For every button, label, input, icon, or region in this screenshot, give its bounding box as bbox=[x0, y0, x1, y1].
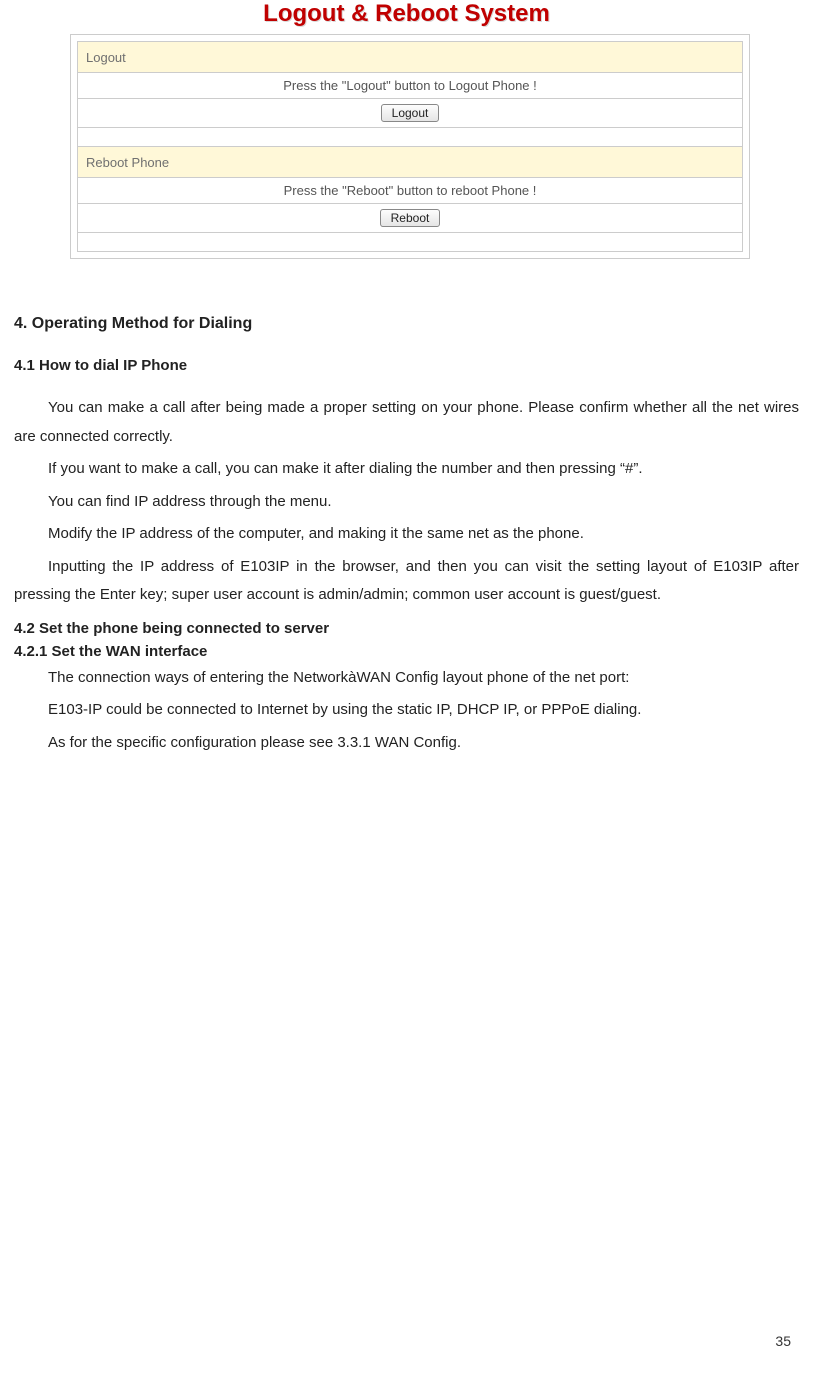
logout-instruction: Press the "Logout" button to Logout Phon… bbox=[78, 73, 743, 99]
spacer bbox=[78, 233, 743, 252]
logout-button[interactable]: Logout bbox=[381, 104, 440, 122]
paragraph: Modify the IP address of the computer, a… bbox=[14, 520, 799, 549]
reboot-section-header: Reboot Phone bbox=[78, 147, 743, 178]
paragraph: You can find IP address through the menu… bbox=[14, 488, 799, 517]
heading-section-4-1: 4.1 How to dial IP Phone bbox=[14, 357, 799, 374]
paragraph: You can make a call after being made a p… bbox=[14, 394, 799, 451]
system-panel-title: Logout & Reboot System bbox=[14, 0, 799, 28]
paragraph: If you want to make a call, you can make… bbox=[14, 455, 799, 484]
system-panel: Logout Press the "Logout" button to Logo… bbox=[70, 34, 750, 259]
reboot-instruction: Press the "Reboot" button to reboot Phon… bbox=[78, 178, 743, 204]
reboot-button[interactable]: Reboot bbox=[380, 209, 441, 227]
paragraph: As for the specific configuration please… bbox=[14, 729, 799, 758]
spacer bbox=[78, 128, 743, 147]
page-number: 35 bbox=[775, 1333, 791, 1349]
heading-section-4: 4. Operating Method for Dialing bbox=[14, 315, 799, 333]
paragraph: Inputting the IP address of E103IP in th… bbox=[14, 553, 799, 610]
paragraph: E103-IP could be connected to Internet b… bbox=[14, 696, 799, 725]
heading-section-4-2-1: 4.2.1 Set the WAN interface bbox=[14, 643, 799, 660]
document-body: 4. Operating Method for Dialing 4.1 How … bbox=[14, 315, 799, 757]
logout-section-header: Logout bbox=[78, 42, 743, 73]
paragraph: The connection ways of entering the Netw… bbox=[14, 664, 799, 693]
heading-section-4-2: 4.2 Set the phone being connected to ser… bbox=[14, 620, 799, 637]
